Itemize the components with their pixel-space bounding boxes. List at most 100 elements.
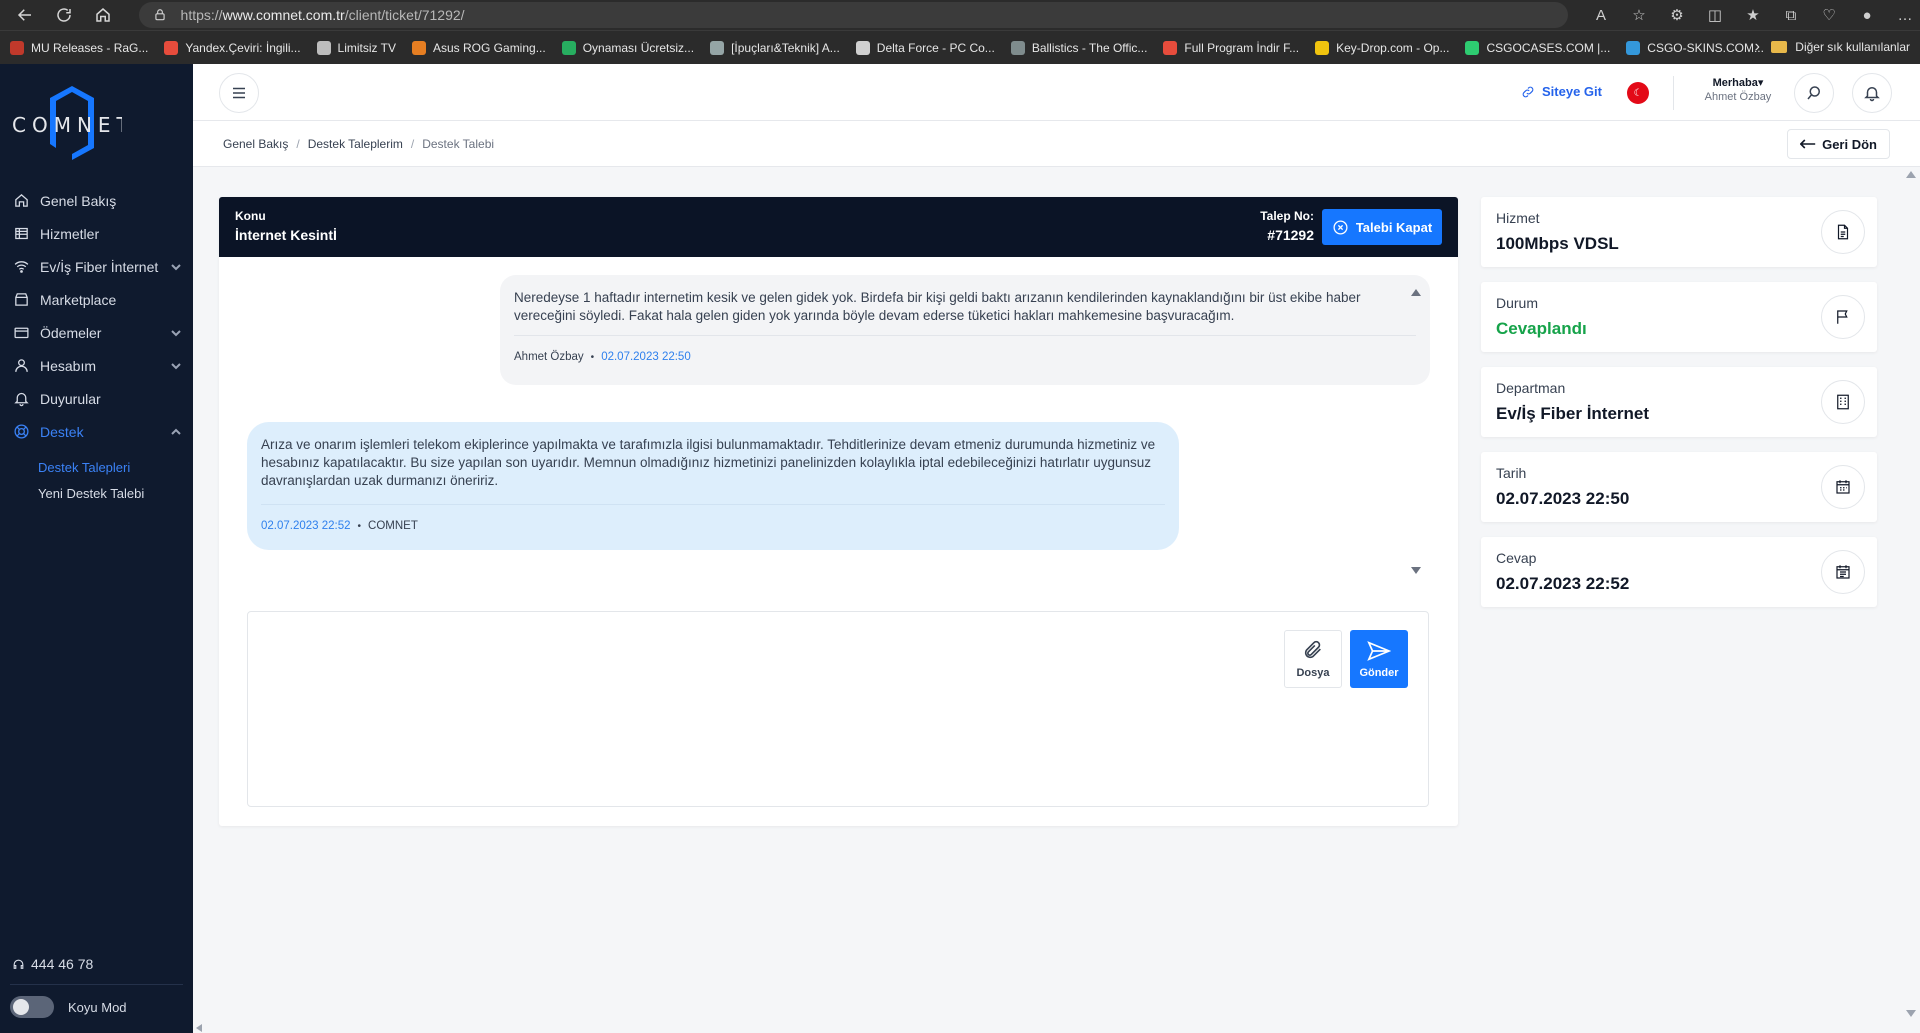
sidebar-item-duyurular[interactable]: Duyurular: [0, 382, 193, 415]
page-scroll-down-arrow[interactable]: [1906, 1010, 1916, 1017]
sidebar-item--demeler[interactable]: Ödemeler: [0, 316, 193, 349]
bookmark-item[interactable]: Full Program İndir F...: [1163, 40, 1299, 55]
favicon-icon: [1465, 40, 1480, 55]
thread-scroll-down-arrow[interactable]: [1411, 567, 1421, 574]
bell-icon: [1864, 87, 1880, 102]
chevron-down-icon[interactable]: [171, 325, 181, 337]
url-path: /client/ticket/71292/: [344, 7, 465, 23]
attach-file-button[interactable]: Dosya: [1284, 630, 1342, 688]
sidebar-menu: Genel Bakış Hizmetler Ev/İş Fiber İnternet…: [0, 184, 193, 506]
sidebar-item-hizmetler[interactable]: Hizmetler: [0, 217, 193, 250]
bookmark-item[interactable]: MU Releases - RaG...: [10, 40, 148, 55]
breadcrumb-current: Destek Talebi: [422, 137, 495, 151]
chevron-down-icon[interactable]: [171, 259, 181, 271]
message-time: 02.07.2023 22:52: [261, 520, 351, 532]
other-bookmarks[interactable]: Diğer sık kullanılanlar: [1771, 40, 1910, 54]
bookmark-item[interactable]: Key-Drop.com - Op...: [1315, 40, 1449, 55]
back-button[interactable]: Geri Dön: [1787, 129, 1890, 159]
favicon-icon: [1626, 40, 1641, 55]
hamburger-menu-button[interactable]: [219, 73, 259, 113]
date-label: Tarih: [1496, 465, 1527, 481]
wifi-icon: [12, 258, 30, 276]
page-scroll-left-arrow[interactable]: [196, 1024, 202, 1032]
service-value: 100Mbps VDSL: [1496, 234, 1619, 253]
search-icon: [1807, 86, 1820, 100]
read-aloud-icon[interactable]: A: [1586, 2, 1616, 28]
bookmark-item[interactable]: Oynaması Ücretsiz...: [561, 40, 694, 55]
sidebar-item-label: Duyurular: [40, 390, 101, 407]
sidebar-item-marketplace[interactable]: Marketplace: [0, 283, 193, 316]
bookmark-item[interactable]: Limitsiz TV: [316, 40, 396, 55]
toggle-switch[interactable]: [10, 996, 54, 1018]
split-screen-icon[interactable]: ◫: [1700, 2, 1730, 28]
reload-icon[interactable]: [51, 1, 78, 29]
back-arrow-icon[interactable]: [12, 1, 39, 29]
message-divider: [514, 335, 1416, 336]
sidebar-item-destek[interactable]: Destek: [0, 415, 193, 448]
sidebar-item-ev-i-fiber-i-nternet[interactable]: Ev/İş Fiber İnternet: [0, 250, 193, 283]
user-menu[interactable]: Merhaba▾ Ahmet Özbay: [1693, 76, 1783, 103]
reply-date-value: 02.07.2023 22:52: [1496, 574, 1630, 593]
reply-input[interactable]: [258, 622, 1278, 792]
browser-toolbar: https://www.comnet.com.tr/client/ticket/…: [0, 0, 1920, 30]
favicon-icon: [561, 40, 576, 55]
profile-avatar[interactable]: ●: [1852, 2, 1882, 28]
bookmark-item[interactable]: [İpuçları&Teknik] A...: [710, 40, 840, 55]
favicon-icon: [164, 40, 179, 55]
search-button[interactable]: [1794, 73, 1834, 113]
headset-icon: [13, 959, 24, 969]
bookmark-item[interactable]: Asus ROG Gaming...: [412, 40, 546, 55]
message-meta: 02.07.2023 22:52 • COMNET: [261, 520, 418, 532]
bookmark-item[interactable]: Ballistics - The Offic...: [1010, 40, 1147, 55]
paperclip-icon: [1304, 640, 1321, 659]
ticket-header: Konu İnternet Kesintİ Talep No: #71292 T…: [219, 197, 1458, 257]
bookmark-item[interactable]: Yandex.Çeviri: İngili...: [164, 40, 301, 55]
chevron-right-icon[interactable]: ›: [1755, 38, 1760, 56]
thread-scroll-up-arrow[interactable]: [1411, 289, 1421, 296]
breadcrumb-tickets[interactable]: Destek Taleplerim: [308, 137, 403, 151]
close-circle-icon: [1333, 219, 1348, 235]
page-scroll-up-arrow[interactable]: [1906, 171, 1916, 178]
favicon-icon: [1315, 40, 1330, 55]
close-ticket-button[interactable]: Talebi Kapat: [1322, 209, 1442, 245]
bookmarks-bar: MU Releases - RaG... Yandex.Çeviri: İngil…: [0, 30, 1920, 64]
home-browser-icon[interactable]: [90, 1, 117, 29]
breadcrumb-home[interactable]: Genel Bakış: [223, 137, 288, 151]
favorites-icon[interactable]: ★: [1738, 2, 1768, 28]
dark-mode-toggle[interactable]: Koyu Mod: [10, 996, 127, 1018]
more-menu-icon[interactable]: …: [1890, 2, 1920, 28]
reply-date-card: Cevap 02.07.2023 22:52: [1481, 537, 1877, 607]
turkey-flag-icon[interactable]: ☾: [1627, 82, 1649, 104]
bookmark-item[interactable]: CSGOCASES.COM |...: [1465, 40, 1610, 55]
performance-icon[interactable]: ♡: [1814, 2, 1844, 28]
favorite-star-icon[interactable]: ☆: [1624, 2, 1654, 28]
breadcrumb-separator: /: [410, 137, 415, 151]
bookmark-item[interactable]: Delta Force - PC Co...: [855, 40, 995, 55]
toggle-knob: [13, 999, 29, 1015]
user-greeting: Merhaba▾: [1712, 77, 1764, 89]
extensions-icon[interactable]: ⚙: [1662, 2, 1692, 28]
url-domain: www.comnet.com.tr: [222, 7, 345, 23]
sidebar-item-label: Ödemeler: [40, 324, 102, 341]
date-card: Tarih 02.07.2023 22:50: [1481, 452, 1877, 522]
bookmark-item[interactable]: CSGO-SKINS.COM...: [1626, 40, 1764, 55]
sidebar: COMNET Genel Bakış Hizmetler Ev/İş Fiber İ…: [0, 64, 193, 1033]
chevron-down-icon[interactable]: [171, 358, 181, 370]
link-icon: [1522, 86, 1534, 97]
send-button[interactable]: Gönder: [1350, 630, 1408, 688]
chevron-up-icon[interactable]: [171, 424, 181, 435]
submenu-new-ticket[interactable]: Yeni Destek Talebi: [0, 480, 193, 506]
sidebar-item-hesab-m[interactable]: Hesabım: [0, 349, 193, 382]
sidebar-item-genel-bak-[interactable]: Genel Bakış: [0, 184, 193, 217]
message-author: Ahmet Özbay: [514, 351, 584, 363]
address-bar[interactable]: https://www.comnet.com.tr/client/ticket/…: [138, 2, 1568, 28]
reply-box: Dosya Gönder: [247, 611, 1429, 807]
go-to-site-link[interactable]: Siteye Git: [1521, 84, 1602, 99]
submenu-support-tickets[interactable]: Destek Talepleri: [0, 454, 193, 480]
notifications-button[interactable]: [1852, 73, 1892, 113]
header-divider: [1673, 76, 1674, 110]
sidebar-item-label: Genel Bakış: [40, 192, 117, 209]
sidebar-divider: [10, 984, 183, 985]
ticket-panel: Konu İnternet Kesintİ Talep No: #71292 T…: [219, 197, 1458, 826]
collections-icon[interactable]: ⧉: [1776, 2, 1806, 28]
